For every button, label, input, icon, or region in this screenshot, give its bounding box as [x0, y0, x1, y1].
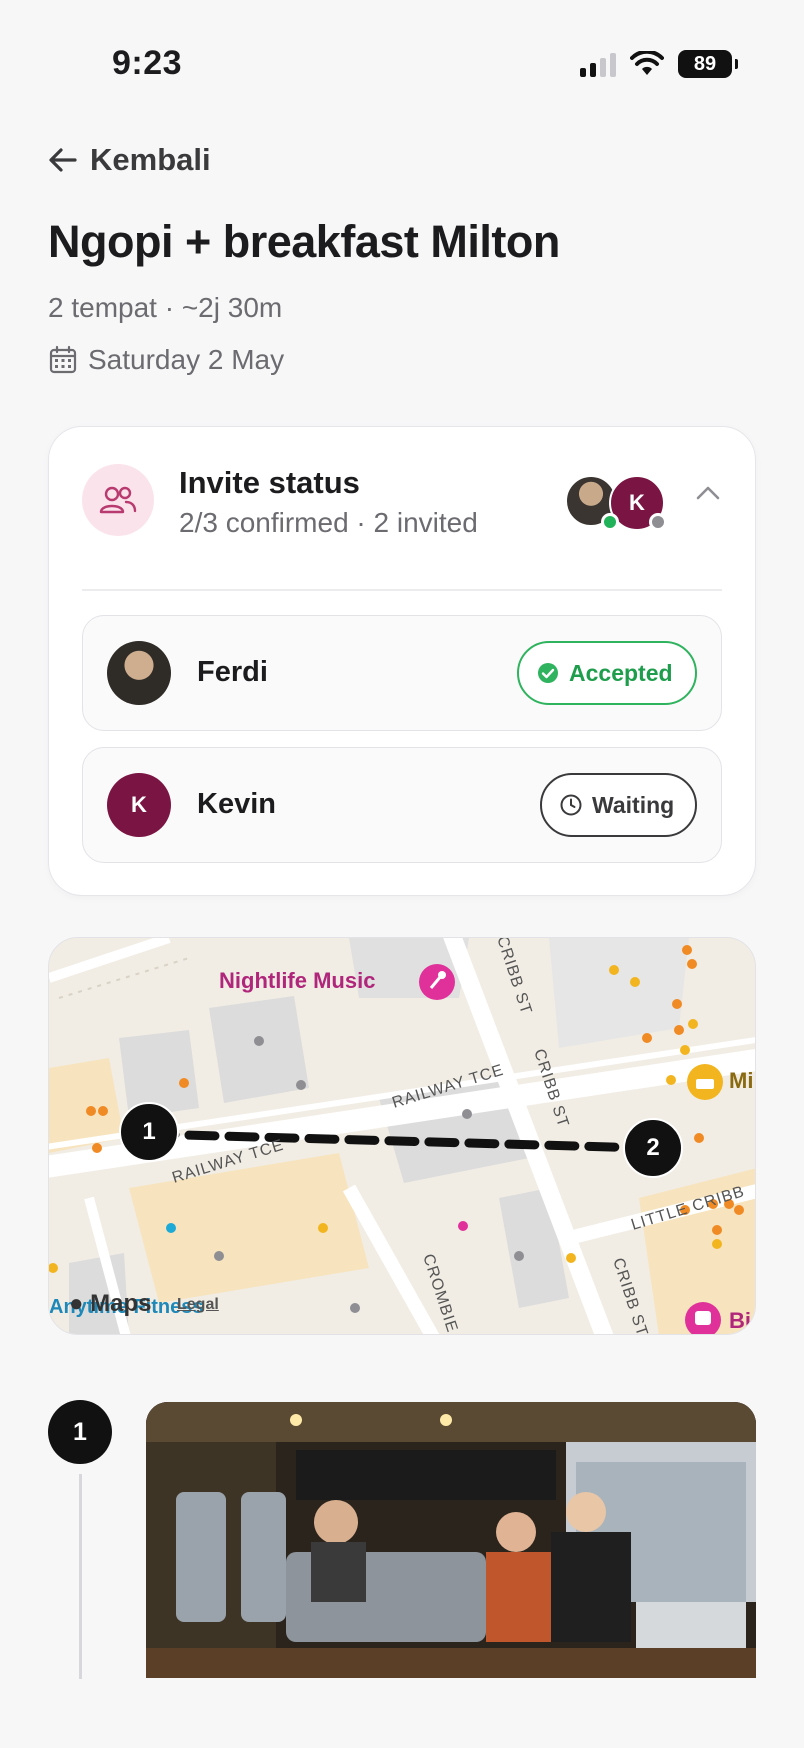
calendar-icon	[49, 345, 77, 374]
legal-link[interactable]: Legal	[177, 1296, 219, 1314]
cellular-signal-icon	[580, 51, 616, 77]
arrow-left-icon	[49, 148, 77, 172]
battery-level: 89	[693, 52, 717, 75]
invitee-name: Ferdi	[197, 656, 268, 688]
map-stop-2-marker[interactable]: 2	[623, 1118, 683, 1178]
status-label: Waiting	[592, 791, 675, 818]
cafe-photo-image	[146, 1402, 756, 1678]
invite-title: Invite status	[179, 465, 360, 500]
page-title: Ngopi + breakfast Milton	[48, 216, 560, 267]
status-label: Accepted	[569, 659, 673, 686]
poi-nightlife-music[interactable]: Nightlife Music	[219, 968, 375, 994]
back-label: Kembali	[90, 142, 211, 177]
check-circle-icon	[538, 663, 558, 683]
accepted-indicator	[601, 513, 619, 531]
timeline-connector	[79, 1474, 82, 1679]
avatar	[107, 641, 171, 705]
trip-date: Saturday 2 May	[48, 344, 284, 376]
maps-attribution: Maps	[90, 1290, 152, 1317]
status-badge-waiting: Waiting	[540, 773, 697, 837]
status-icons: 89	[580, 50, 738, 78]
map-stop-1-marker[interactable]: 1	[119, 1102, 179, 1162]
route-map[interactable]: RAILWAY TCE RAILWAY TCE CRIBB ST CRIBB S…	[48, 937, 756, 1335]
clock-icon	[560, 794, 582, 816]
maps-apple-icon: ●	[69, 1290, 91, 1317]
chevron-up-icon[interactable]	[695, 485, 721, 501]
trip-meta: 2 tempat · ~2j 30m	[48, 292, 283, 323]
status-badge-accepted: Accepted	[517, 641, 697, 705]
poi-label-bottom[interactable]: Bi	[729, 1308, 751, 1334]
stop-number-badge: 1	[48, 1400, 112, 1464]
invitee-name: Kevin	[197, 788, 276, 820]
date-label: Saturday 2 May	[88, 344, 285, 375]
back-button[interactable]: Kembali	[48, 142, 211, 178]
invite-subtitle: 2/3 confirmed · 2 invited	[179, 507, 478, 538]
avatar-stack: K	[565, 475, 667, 533]
waiting-indicator	[649, 513, 667, 531]
avatar: K	[107, 773, 171, 837]
people-icon	[82, 464, 154, 536]
wifi-icon	[630, 51, 664, 75]
invitee-row-ferdi[interactable]: Ferdi Accepted	[82, 615, 722, 731]
invitee-row-kevin[interactable]: K Kevin Waiting	[82, 747, 722, 863]
apple-maps-logo: ● Maps	[69, 1290, 152, 1318]
stop-photo[interactable]	[146, 1402, 756, 1678]
status-time: 9:23	[112, 44, 183, 82]
invite-status-card: Invite status 2/3 confirmed · 2 invited …	[48, 426, 756, 896]
poi-label-right[interactable]: Mi	[729, 1068, 753, 1094]
battery-icon: 89	[678, 50, 738, 78]
status-bar: 9:23 89	[0, 0, 804, 130]
divider	[82, 589, 722, 591]
